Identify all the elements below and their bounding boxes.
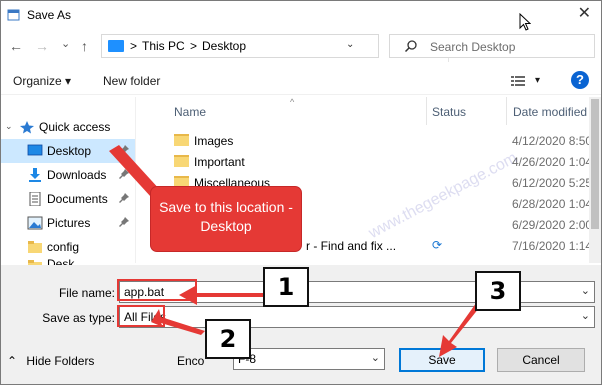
sidebar-item-label: Pictures [47, 216, 91, 230]
vertical-scrollbar[interactable] [589, 97, 601, 263]
command-bar: Organize ▾ New folder ▾ ? [1, 65, 601, 95]
sidebar-item-label: config [47, 240, 80, 254]
step-3-badge: 3 [475, 271, 521, 311]
expand-chevron-icon[interactable]: ⌄ [5, 121, 13, 132]
breadcrumb-desktop[interactable]: Desktop [202, 39, 246, 53]
chevron-down-icon[interactable]: ⌄ [371, 351, 380, 364]
search-placeholder: Search Desktop [430, 40, 516, 54]
navigation-pane: ⌄ Quick access Desktop Downloads Documen [1, 97, 135, 265]
breadcrumb-separator: > [190, 39, 198, 53]
desktop-icon [27, 144, 43, 156]
column-header-name[interactable]: Name [136, 97, 426, 125]
file-name-label: File name: [58, 286, 115, 300]
sidebar-item-documents[interactable]: Documents [1, 187, 135, 211]
sidebar-item-config[interactable]: config [1, 235, 135, 259]
forward-arrow-icon[interactable]: → [35, 37, 49, 55]
sidebar-item-label: Quick access [39, 120, 111, 134]
mouse-cursor-icon [519, 13, 531, 31]
organize-button[interactable]: Organize ▾ [13, 74, 71, 88]
sidebar-item-downloads[interactable]: Downloads [1, 163, 135, 187]
chevron-down-icon[interactable]: ⌄ [581, 309, 590, 322]
file-date: 4/12/2020 8:50 [512, 134, 593, 148]
save-button[interactable]: Save [399, 348, 485, 372]
view-options-icon[interactable] [511, 75, 525, 87]
pin-icon[interactable] [119, 169, 129, 179]
column-header-label: Date modified [513, 105, 588, 119]
column-header-status[interactable]: Status [427, 97, 505, 125]
sidebar-item-label: Documents [47, 192, 108, 206]
file-date: 7/16/2020 1:14 [512, 239, 593, 253]
file-date: 6/28/2020 1:04 [512, 197, 593, 211]
column-header-label: Status [432, 105, 467, 119]
save-as-type-label: Save as type: [42, 311, 115, 325]
chevron-down-icon[interactable]: ⌄ [581, 284, 590, 297]
sidebar-item-desk[interactable]: Desk [1, 257, 135, 265]
sidebar-item-pictures[interactable]: Pictures [1, 211, 135, 235]
file-row[interactable]: Images 4/12/2020 8:50 [136, 129, 601, 151]
address-dropdown-icon[interactable]: ⌄ [346, 39, 354, 50]
recent-locations-chevron-icon[interactable]: ⌄ [61, 35, 70, 53]
folder-icon [174, 155, 189, 167]
documents-icon [29, 192, 41, 206]
sidebar-item-label: Downloads [47, 168, 107, 182]
sidebar-item-desktop[interactable]: Desktop [1, 139, 135, 163]
save-dialog-icon [7, 9, 20, 21]
title-bar: Save As ✕ [1, 1, 601, 29]
file-name: r - Find and fix ... [306, 239, 397, 253]
close-icon[interactable]: ✕ [578, 5, 591, 23]
back-arrow-icon[interactable]: ← [9, 37, 23, 55]
chevron-up-icon: ⌃ [7, 354, 18, 368]
navigation-bar: ← → ⌄ ↑ > This PC > Desktop ⌄ ↻ Search D… [1, 31, 601, 62]
pin-icon[interactable] [119, 193, 129, 203]
up-arrow-icon[interactable]: ↑ [81, 37, 88, 55]
sidebar-item-label: Desk [47, 257, 75, 265]
folder-icon [174, 134, 189, 146]
file-date: 4/26/2020 1:04 [512, 155, 593, 169]
view-dropdown-icon[interactable]: ▾ [535, 75, 540, 86]
scrollbar-thumb[interactable] [591, 99, 599, 229]
search-icon [404, 40, 417, 53]
save-as-dialog: Save As ✕ ← → ⌄ ↑ > This PC > Desktop ⌄ … [0, 0, 602, 385]
folder-icon [28, 241, 42, 253]
pin-icon[interactable] [119, 217, 129, 227]
window-title: Save As [27, 8, 72, 22]
cancel-button[interactable]: Cancel [497, 348, 585, 372]
column-header-label: Name [174, 105, 207, 119]
encoding-label: Enco [177, 354, 205, 368]
step-1-badge: 1 [263, 267, 309, 307]
pin-icon[interactable] [119, 145, 129, 155]
sidebar-item-quick-access[interactable]: ⌄ Quick access [1, 115, 135, 139]
file-name-highlight [117, 279, 197, 301]
encoding-select[interactable]: F-8 ⌄ [233, 348, 385, 370]
callout-desktop-location: Save to this location - Desktop [151, 187, 301, 251]
file-date: 6/29/2020 2:00 [512, 218, 593, 232]
pictures-icon [27, 216, 43, 230]
file-name: Images [194, 134, 234, 148]
sync-status-icon: ⟳ [432, 238, 443, 252]
sidebar-item-label: Desktop [47, 144, 92, 158]
new-folder-button[interactable]: New folder [103, 74, 160, 88]
search-box[interactable]: Search Desktop [389, 34, 595, 58]
address-bar[interactable]: > This PC > Desktop ⌄ ↻ [101, 34, 469, 62]
breadcrumb-this-pc[interactable]: This PC [142, 39, 185, 53]
hide-folders-label: Hide Folders [26, 354, 95, 368]
save-as-type-select[interactable]: All Files ⌄ [119, 306, 595, 328]
hide-folders-button[interactable]: ⌃ Hide Folders [7, 354, 94, 368]
breadcrumb-separator: > [130, 39, 138, 53]
star-icon [20, 121, 34, 134]
download-icon [29, 168, 41, 182]
file-name: Important [194, 155, 245, 169]
file-date: 6/12/2020 5:25 [512, 176, 593, 190]
save-as-type-highlight [117, 305, 165, 327]
step-2-badge: 2 [205, 319, 251, 359]
this-pc-icon [108, 40, 124, 52]
column-header-date-modified[interactable]: Date modified [507, 97, 601, 125]
help-icon[interactable]: ? [571, 71, 589, 89]
file-row[interactable]: Important 4/26/2020 1:04 [136, 150, 601, 172]
